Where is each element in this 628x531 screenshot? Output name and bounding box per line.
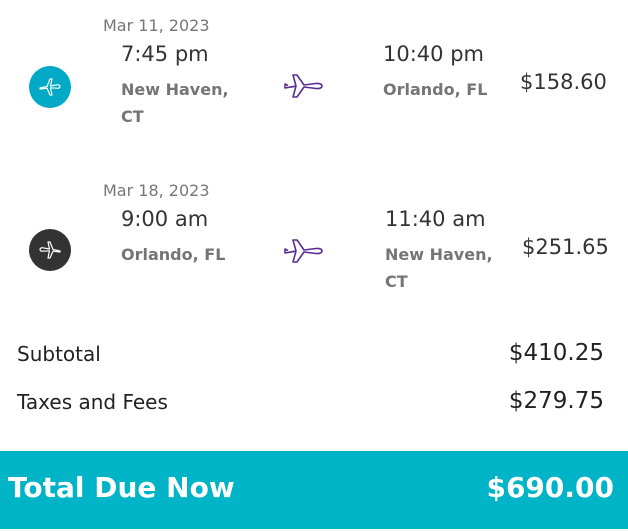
flight-date: Mar 18, 2023: [103, 181, 210, 200]
depart-city-line2: CT: [121, 107, 144, 126]
plane-departure-icon: [29, 66, 71, 108]
arrive-city-line2: CT: [385, 272, 408, 291]
taxes-label: Taxes and Fees: [17, 390, 168, 414]
total-value: $690.00: [486, 471, 614, 504]
total-due-bar: Total Due Now $690.00: [0, 451, 628, 529]
depart-city: New Haven, CT: [121, 76, 229, 130]
depart-time: 9:00 am: [121, 207, 209, 231]
arrive-city-line1: Orlando, FL: [383, 80, 488, 99]
arrive-city: New Haven, CT: [385, 241, 493, 295]
subtotal-label: Subtotal: [17, 342, 101, 366]
arrive-time: 11:40 am: [385, 207, 486, 231]
subtotal-value: $410.25: [508, 340, 604, 366]
plane-arrow-icon: [284, 239, 323, 263]
flight-date: Mar 11, 2023: [103, 16, 210, 35]
flight-price: $158.60: [520, 70, 607, 94]
depart-city-line1: Orlando, FL: [121, 245, 226, 264]
depart-city: Orlando, FL: [121, 241, 225, 268]
depart-time: 7:45 pm: [121, 42, 209, 66]
arrive-time: 10:40 pm: [383, 42, 484, 66]
flight-price: $251.65: [522, 235, 609, 259]
depart-city-line1: New Haven,: [121, 80, 229, 99]
arrive-city: Orlando, FL: [383, 76, 487, 103]
arrive-city-line1: New Haven,: [385, 245, 493, 264]
plane-return-icon: [29, 229, 71, 271]
taxes-value: $279.75: [508, 388, 604, 414]
total-label: Total Due Now: [8, 471, 235, 504]
plane-arrow-icon: [284, 74, 323, 98]
